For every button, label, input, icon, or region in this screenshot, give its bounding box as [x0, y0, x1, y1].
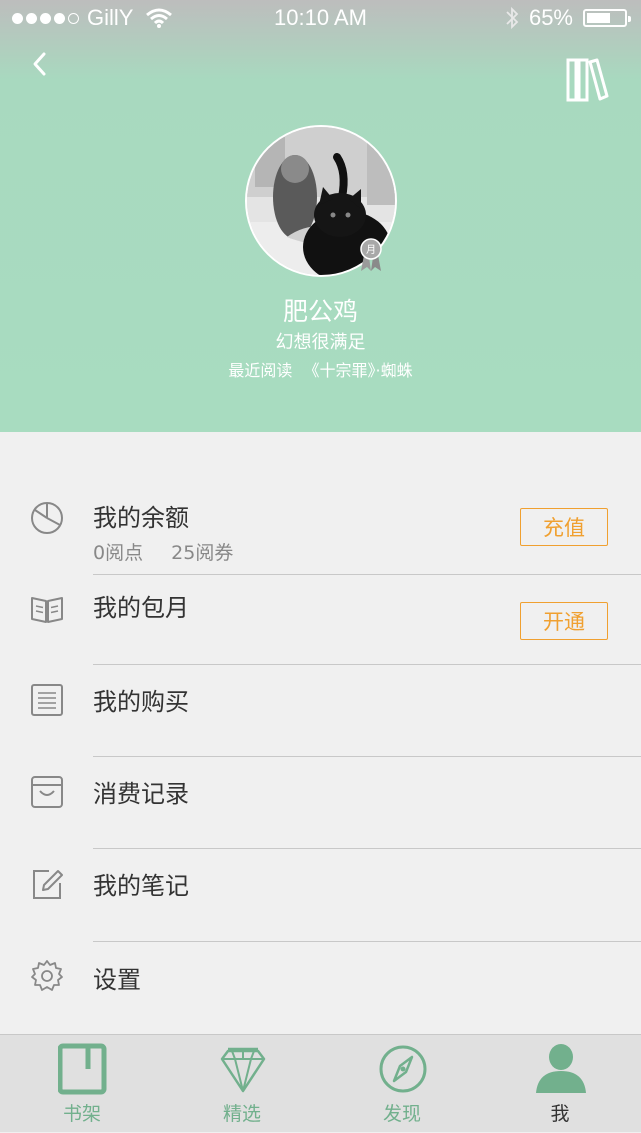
status-bar: GillY 10:10 AM 65% — [0, 0, 641, 36]
menu-label-monthly: 我的包月 — [93, 594, 189, 622]
tab-bar: 书架 精选 发现 我 — [0, 1034, 641, 1132]
menu-item-records[interactable]: 消费记录 — [0, 764, 641, 844]
compass-icon — [379, 1045, 427, 1093]
battery-icon — [583, 9, 631, 27]
subscribe-button[interactable]: 开通 — [520, 602, 608, 640]
divider — [93, 664, 641, 665]
divider — [93, 941, 641, 942]
diamond-icon — [220, 1047, 266, 1093]
recent-reading[interactable]: 最近阅读 《十宗罪》·蜘蛛 — [0, 357, 641, 381]
balance-coupons: 25阅券 — [171, 542, 234, 564]
recharge-button[interactable]: 充值 — [520, 508, 608, 546]
recent-book: 《十宗罪》·蜘蛛 — [303, 361, 413, 380]
badge-text: 月 — [366, 244, 376, 256]
divider — [93, 848, 641, 849]
user-icon — [536, 1044, 586, 1093]
inbox-icon — [31, 776, 63, 808]
balance-points: 0阅点 — [93, 542, 144, 564]
menu-label-balance: 我的余额 — [93, 504, 189, 532]
battery-level — [587, 13, 610, 23]
balance-details: 0阅点 25阅券 — [93, 538, 255, 565]
recent-label: 最近阅读 — [228, 361, 293, 380]
tab-label: 书架 — [62, 1103, 101, 1125]
gear-icon — [31, 960, 63, 991]
bluetooth-icon — [506, 6, 519, 30]
tab-discover[interactable]: 发现 — [342, 1035, 462, 1133]
list-icon — [31, 684, 63, 716]
tab-label: 精选 — [222, 1103, 261, 1125]
menu-item-balance[interactable]: 我的余额 0阅点 25阅券 充值 — [0, 492, 641, 574]
divider — [93, 756, 641, 757]
user-motto: 幻想很满足 — [275, 332, 366, 353]
battery-percent: 65% — [528, 5, 573, 30]
menu-label-purchases: 我的购买 — [93, 688, 189, 716]
monthly-badge-icon: 月 — [360, 238, 382, 271]
tab-label: 我 — [550, 1103, 570, 1125]
menu-item-monthly[interactable]: 我的包月 开通 — [0, 582, 641, 662]
tab-featured[interactable]: 精选 — [182, 1035, 302, 1133]
menu-label-notes: 我的笔记 — [93, 872, 189, 900]
edit-icon — [33, 870, 63, 899]
status-right: 65% — [505, 5, 631, 31]
tab-bookshelf[interactable]: 书架 — [22, 1035, 142, 1133]
menu-item-settings[interactable]: 设置 — [0, 950, 641, 1030]
back-icon[interactable] — [22, 44, 62, 84]
tab-me[interactable]: 我 — [500, 1035, 620, 1133]
divider — [93, 574, 641, 575]
open-book-icon — [31, 597, 63, 623]
tab-label: 发现 — [382, 1103, 421, 1125]
menu-label-records: 消费记录 — [93, 780, 189, 808]
bookshelf-tab-icon — [58, 1043, 107, 1095]
user-name: 肥公鸡 — [282, 297, 358, 326]
menu-item-notes[interactable]: 我的笔记 — [0, 856, 641, 938]
menu-label-settings: 设置 — [93, 966, 141, 994]
bookshelf-icon[interactable] — [562, 56, 612, 104]
profile-header: GillY 10:10 AM 65% 月 肥公鸡 幻想很满足 最近阅读 《十宗罪… — [0, 0, 641, 432]
menu-item-purchases[interactable]: 我的购买 — [0, 672, 641, 752]
pie-chart-icon — [31, 502, 63, 534]
